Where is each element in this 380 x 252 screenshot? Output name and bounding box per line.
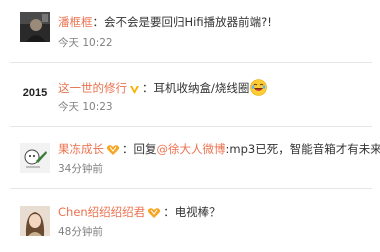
laughing-emoji-icon [250,79,268,99]
year-2015-avatar-icon: 2015 [20,76,50,106]
timestamp: 今天 10:22 [58,37,113,49]
dark-portrait-avatar-icon [20,12,50,42]
separator: ： [122,142,134,156]
timestamp: 34分钟前 [58,163,103,175]
comment-text: 电视棒？ [174,205,221,219]
timestamp: 48分钟前 [58,226,103,238]
avatar[interactable]: 2015 [20,76,50,106]
mention-link[interactable]: @徐大人微博 [157,142,226,156]
avatar-text: 2015 [23,87,47,99]
username-link[interactable]: 潘框框 [58,15,93,29]
separator: ： [92,15,105,29]
comment-line: 这一世的修行 ：耳机收纳盒/烧线圈 [58,79,268,99]
comment-item: Chen绍绍绍绍君 ：电视棒？ 48分钟前 [0,189,380,252]
comment-line: 潘框框：会不会是要回归Hifi播放器前端?! [58,15,272,29]
comment-text: 耳机收纳盒/烧线圈 [153,81,250,95]
username-link[interactable]: Chen绍绍绍绍君 [58,205,145,219]
fan-badge-icon [147,207,161,221]
comment-item: 2015 这一世的修行 ：耳机收纳盒/烧线圈 今天 10:23 [0,63,380,125]
reply-prefix: 回复 [133,142,157,156]
cartoon-avatar-icon [20,143,50,173]
comment-text: :mp3已死，智能音箱才有未来！ [225,142,380,156]
avatar[interactable] [20,12,50,42]
username-link[interactable]: 这一世的修行 [58,81,127,95]
comment-line: Chen绍绍绍绍君 ：电视棒？ [58,205,221,221]
separator: ： [163,205,175,219]
separator: ： [142,81,154,95]
verified-v-icon [129,83,140,97]
timestamp: 今天 10:23 [58,101,113,113]
comment-item: 果冻成长 ：回复@徐大人微博:mp3已死，智能音箱才有未来！ 34分钟前 [0,127,380,187]
username-link[interactable]: 果冻成长 [58,142,104,156]
avatar[interactable] [20,143,50,173]
girl-portrait-avatar-icon [20,206,50,236]
avatar[interactable] [20,206,50,236]
comment-list: 潘框框：会不会是要回归Hifi播放器前端?! 今天 10:22 2015 这一世… [0,0,380,252]
comment-text: 会不会是要回归Hifi播放器前端?! [104,15,272,29]
fan-badge-icon [106,144,120,158]
comment-line: 果冻成长 ：回复@徐大人微博:mp3已死，智能音箱才有未来！ [58,142,380,158]
comment-item: 潘框框：会不会是要回归Hifi播放器前端?! 今天 10:22 [0,0,380,62]
